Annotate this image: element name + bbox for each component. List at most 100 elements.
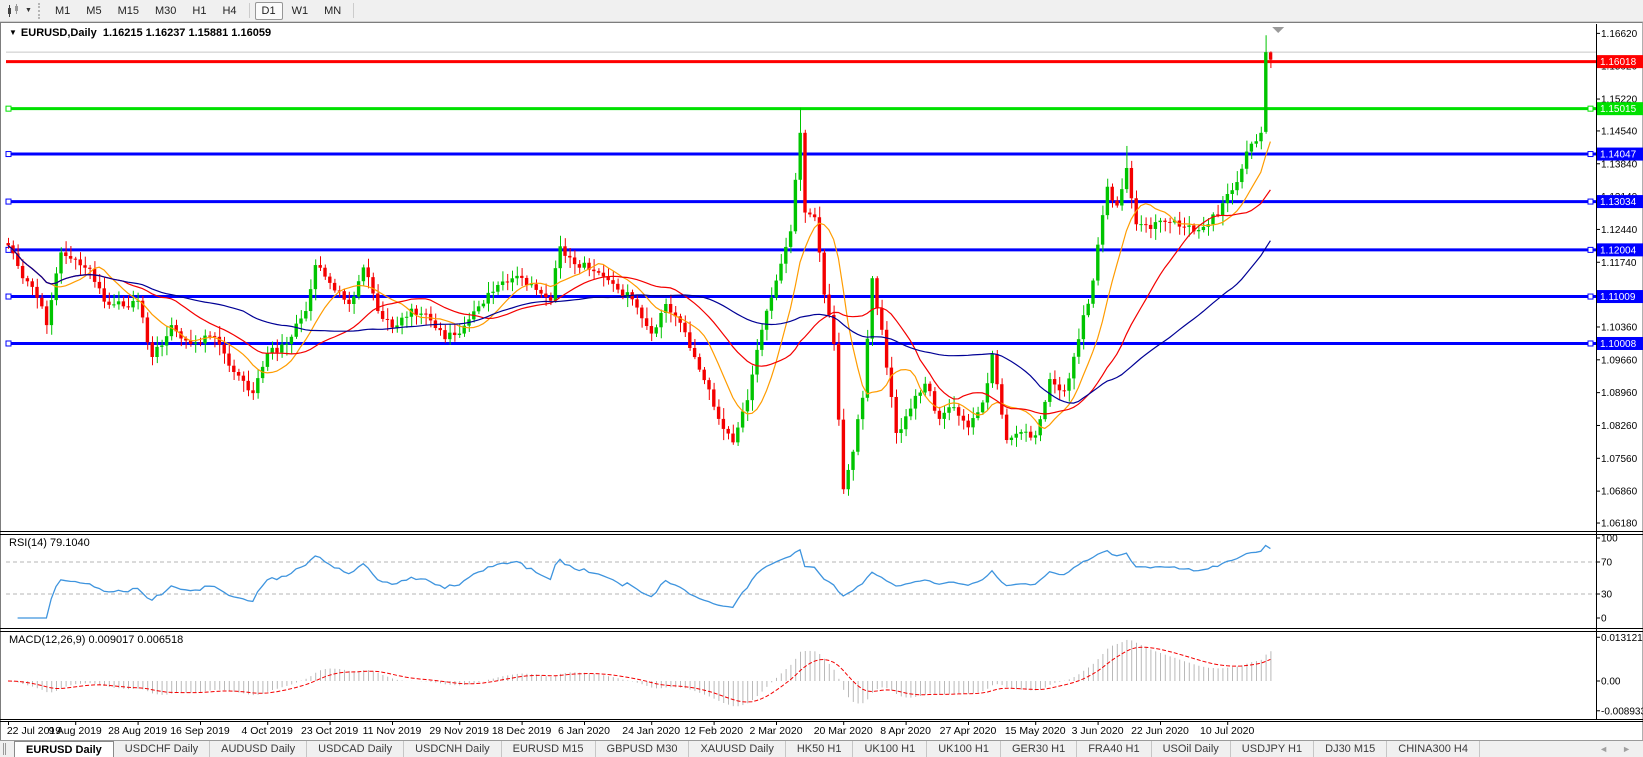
svg-text:12 Feb 2020: 12 Feb 2020	[684, 725, 743, 737]
svg-text:1.11009: 1.11009	[1600, 292, 1636, 303]
svg-text:0.00: 0.00	[1601, 677, 1621, 688]
timeframe-button-d1[interactable]: D1	[255, 2, 283, 20]
svg-text:100: 100	[1601, 534, 1618, 545]
chart-tab-dj30-m15[interactable]: DJ30 M15	[1314, 741, 1387, 757]
price-badge-1.11009: 1.11009	[1597, 290, 1643, 303]
svg-text:27 Apr 2020: 27 Apr 2020	[940, 725, 997, 737]
svg-text:1.12004: 1.12004	[1600, 245, 1637, 256]
hline-1.11009[interactable]	[6, 294, 1596, 299]
timeframe-button-m30[interactable]: M30	[148, 2, 183, 20]
svg-text:4 Oct 2019: 4 Oct 2019	[242, 725, 294, 737]
chart-tab-usdcad-daily[interactable]: USDCAD Daily	[307, 741, 404, 757]
svg-text:1.14540: 1.14540	[1601, 126, 1638, 137]
svg-text:15 May 2020: 15 May 2020	[1005, 725, 1066, 737]
svg-text:0.013121: 0.013121	[1601, 633, 1643, 644]
svg-text:70: 70	[1601, 558, 1613, 569]
chart-tab-usoil-daily[interactable]: USOil Daily	[1152, 741, 1231, 757]
svg-text:18 Dec 2019: 18 Dec 2019	[492, 725, 552, 737]
chart-tab-usdcnh-daily[interactable]: USDCNH Daily	[404, 741, 502, 757]
candlestick-cursor-glyph	[6, 4, 22, 18]
toolbar-grip[interactable]	[38, 3, 42, 19]
svg-text:22 Jun 2020: 22 Jun 2020	[1131, 725, 1189, 737]
chart-tab-eurusd-m15[interactable]: EURUSD M15	[502, 741, 596, 757]
ohlc-collapse-icon[interactable]: ▼	[9, 28, 17, 37]
tab-scroll-right-icon[interactable]: ►	[1622, 744, 1631, 754]
candles-group	[7, 35, 1273, 495]
line-handle-right[interactable]	[1588, 247, 1593, 252]
svg-text:3 Jun 2020: 3 Jun 2020	[1072, 725, 1124, 737]
panel-borders	[0, 24, 1643, 722]
svg-text:1.10008: 1.10008	[1600, 339, 1637, 350]
chart-shift-marker-icon[interactable]	[1272, 27, 1284, 33]
line-handle-right[interactable]	[1588, 341, 1593, 346]
tab-list: EURUSD DailyUSDCHF DailyAUDUSD DailyUSDC…	[14, 741, 1480, 757]
line-handle-left[interactable]	[6, 294, 11, 299]
svg-text:6 Jan 2020: 6 Jan 2020	[558, 725, 610, 737]
svg-text:1.13840: 1.13840	[1601, 159, 1638, 170]
chevron-down-icon: ▼	[25, 7, 32, 14]
hline-1.12004[interactable]	[6, 247, 1596, 252]
chart-tab-usdjpy-h1[interactable]: USDJPY H1	[1231, 741, 1314, 757]
chart-toolbar: ▼ M1M5M15M30H1H4 D1W1MN	[0, 0, 1643, 22]
timeframe-button-h4[interactable]: H4	[215, 2, 243, 20]
svg-text:2 Mar 2020: 2 Mar 2020	[749, 725, 802, 737]
timeframe-button-w1[interactable]: W1	[285, 2, 316, 20]
horizontal-level-lines[interactable]	[6, 52, 1596, 346]
line-handle-right[interactable]	[1588, 294, 1593, 299]
macd-indicator-label: MACD(12,26,9) 0.009017 0.006518	[9, 634, 183, 646]
svg-text:1.08960: 1.08960	[1601, 388, 1638, 399]
timeframe-button-m1[interactable]: M1	[48, 2, 77, 20]
line-handle-left[interactable]	[6, 152, 11, 157]
svg-text:1.16620: 1.16620	[1601, 29, 1638, 40]
chart-cursor-icon[interactable]: ▼	[2, 2, 36, 20]
chart-tab-fra40-h1[interactable]: FRA40 H1	[1077, 741, 1151, 757]
tabbar-grip[interactable]	[3, 743, 10, 755]
time-axis[interactable]: 22 Jul 20199 Aug 201928 Aug 201916 Sep 2…	[7, 722, 1255, 738]
svg-text:1.09660: 1.09660	[1601, 355, 1638, 366]
chart-tab-usdchf-daily[interactable]: USDCHF Daily	[114, 741, 210, 757]
chart-tab-ger30-h1[interactable]: GER30 H1	[1001, 741, 1077, 757]
timeframe-button-mn[interactable]: MN	[317, 2, 348, 20]
chart-tab-uk100-h1[interactable]: UK100 H1	[853, 741, 927, 757]
chart-tab-hk50-h1[interactable]: HK50 H1	[786, 741, 854, 757]
svg-text:20 Mar 2020: 20 Mar 2020	[814, 725, 873, 737]
chart-tab-uk100-h1[interactable]: UK100 H1	[927, 741, 1001, 757]
price-badge-1.15015: 1.15015	[1597, 102, 1643, 115]
svg-text:-0.008933: -0.008933	[1601, 706, 1643, 717]
svg-text:1.08260: 1.08260	[1601, 421, 1638, 432]
line-handle-left[interactable]	[6, 341, 11, 346]
hline-1.13034[interactable]	[6, 199, 1596, 204]
svg-text:28 Aug 2019: 28 Aug 2019	[108, 725, 167, 737]
timeframe-button-m15[interactable]: M15	[111, 2, 146, 20]
price-axis[interactable]: 1.166201.159201.152201.145401.138401.131…	[1596, 29, 1643, 530]
line-handle-left[interactable]	[6, 106, 11, 111]
chart-tab-china300-h4[interactable]: CHINA300 H4	[1387, 741, 1480, 757]
line-handle-left[interactable]	[6, 199, 11, 204]
chart-tabbar: EURUSD DailyUSDCHF DailyAUDUSD DailyUSDC…	[0, 740, 1643, 757]
svg-text:24 Jan 2020: 24 Jan 2020	[622, 725, 680, 737]
svg-text:11 Nov 2019: 11 Nov 2019	[363, 725, 422, 737]
timeframe-button-h1[interactable]: H1	[185, 2, 213, 20]
line-handle-right[interactable]	[1588, 106, 1593, 111]
timeframe-button-m5[interactable]: M5	[79, 2, 108, 20]
price-chart-canvas[interactable]: 1.166201.159201.152201.145401.138401.131…	[0, 22, 1643, 740]
toolbar-separator	[249, 3, 250, 18]
svg-text:1.11740: 1.11740	[1601, 258, 1637, 269]
price-badge-1.12004: 1.12004	[1597, 243, 1643, 256]
line-handle-right[interactable]	[1588, 152, 1593, 157]
chart-tab-xauusd-daily[interactable]: XAUUSD Daily	[689, 741, 785, 757]
svg-text:1.10360: 1.10360	[1601, 322, 1638, 333]
chart-tab-gbpusd-m30[interactable]: GBPUSD M30	[596, 741, 690, 757]
svg-text:1.07560: 1.07560	[1601, 454, 1638, 465]
svg-text:9 Aug 2019: 9 Aug 2019	[49, 725, 102, 737]
toolbar-separator	[353, 3, 354, 18]
rsi-indicator-label: RSI(14) 79.1040	[9, 537, 90, 549]
svg-text:23 Oct 2019: 23 Oct 2019	[301, 725, 358, 737]
line-handle-right[interactable]	[1588, 199, 1593, 204]
price-badge-1.10008: 1.10008	[1597, 337, 1643, 350]
tab-scroll-left-icon[interactable]: ◄	[1599, 744, 1608, 754]
chart-tab-audusd-daily[interactable]: AUDUSD Daily	[210, 741, 307, 757]
rsi-panel: 10070300	[6, 534, 1618, 625]
chart-tab-eurusd-daily[interactable]: EURUSD Daily	[14, 741, 114, 757]
chart-title: ▼EURUSD,Daily 1.16215 1.16237 1.15881 1.…	[9, 27, 271, 39]
